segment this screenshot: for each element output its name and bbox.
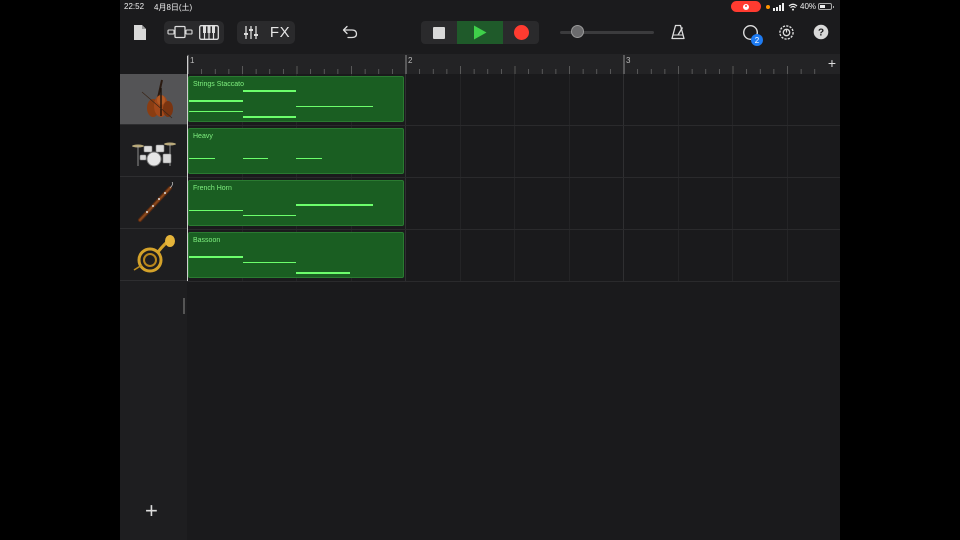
help-icon: ?: [813, 24, 829, 40]
midi-note: [189, 110, 243, 113]
track-view-icon: [167, 25, 193, 39]
track-lane-bassoon[interactable]: Bassoon: [187, 230, 840, 282]
metronome-icon: [671, 24, 685, 40]
help-button[interactable]: ?: [810, 22, 832, 42]
add-track-button[interactable]: +: [145, 498, 158, 524]
region-strings-staccato[interactable]: Strings Staccato: [188, 76, 404, 122]
play-button[interactable]: [460, 22, 500, 43]
ruler-ticks: [187, 55, 816, 74]
wifi-icon: [788, 3, 798, 11]
region-title: Strings Staccato: [193, 81, 244, 88]
midi-note: [242, 90, 296, 92]
track-header-heavy[interactable]: [120, 126, 187, 177]
bar-3-label: 3: [626, 56, 631, 65]
toolbar: FX 2 ?: [120, 14, 840, 54]
midi-note: [242, 157, 269, 160]
settings-icon: [778, 24, 794, 40]
region-title: Bassoon: [193, 237, 221, 244]
region-title: French Horn: [193, 185, 232, 192]
settings-button[interactable]: [775, 22, 797, 42]
midi-note: [189, 157, 215, 160]
region-title: Heavy: [193, 133, 213, 140]
midi-note: [242, 214, 296, 217]
midi-note: [242, 116, 296, 118]
loop-count-badge: 2: [751, 34, 763, 46]
midi-note: [242, 261, 296, 264]
undo-icon: [342, 25, 358, 39]
battery-icon: [818, 3, 834, 10]
region-french-horn[interactable]: French Horn: [188, 180, 404, 226]
bar-2-label: 2: [408, 56, 413, 65]
stop-button[interactable]: [424, 22, 454, 43]
status-time: 22:52: [124, 2, 145, 11]
metronome-button[interactable]: [667, 22, 689, 42]
playhead[interactable]: [187, 56, 188, 281]
document-icon: [134, 24, 146, 40]
tracks-view-button[interactable]: [166, 22, 194, 42]
keyboard-icon: [199, 24, 219, 40]
screen-recording-indicator[interactable]: [731, 1, 761, 12]
midi-note: [189, 256, 243, 258]
mixer-icon: [244, 25, 258, 39]
drum-kit-icon: [132, 142, 176, 167]
status-bar: 22:52 4月8日(土) 40%: [120, 0, 840, 14]
cellular-signal-icon: [773, 3, 786, 11]
keyboard-button[interactable]: [197, 22, 221, 42]
privacy-indicator: [766, 5, 770, 9]
record-icon: [513, 25, 529, 40]
midi-note: [189, 100, 243, 102]
track-lane-heavy[interactable]: Heavy: [187, 126, 840, 178]
track-header-french-horn[interactable]: [120, 178, 187, 229]
status-date: 4月8日(土): [154, 3, 193, 12]
track-header-strings[interactable]: [120, 74, 187, 125]
midi-note: [296, 204, 374, 206]
cello-icon: [141, 79, 173, 119]
french-horn-icon: [133, 235, 175, 273]
region-heavy[interactable]: Heavy: [188, 128, 404, 174]
mixer-button[interactable]: [240, 22, 262, 42]
add-section-button[interactable]: +: [828, 55, 836, 71]
timeline-ruler[interactable]: 1 2 3 +: [187, 54, 840, 75]
svg-text:?: ?: [818, 28, 824, 39]
bar-1-label: 1: [190, 56, 195, 65]
tracks-area[interactable]: Strings Staccato Heavy French Horn Basso…: [187, 56, 840, 540]
fx-button[interactable]: FX: [267, 22, 293, 42]
track-headers: +: [120, 74, 187, 540]
midi-note: [296, 105, 374, 108]
track-lane-strings[interactable]: Strings Staccato: [187, 74, 840, 126]
master-volume-knob[interactable]: [571, 25, 584, 38]
battery-percentage: 40%: [800, 2, 817, 11]
fx-label: FX: [269, 23, 291, 41]
midi-note: [296, 272, 350, 274]
stop-icon: [433, 26, 445, 39]
play-icon: [474, 25, 487, 40]
midi-note: [189, 209, 243, 212]
undo-button[interactable]: [339, 22, 361, 42]
record-button[interactable]: [506, 22, 536, 43]
bassoon-icon: [138, 182, 174, 222]
track-lane-french-horn[interactable]: French Horn: [187, 178, 840, 230]
midi-note: [296, 157, 322, 160]
track-header-bassoon[interactable]: [120, 230, 187, 281]
garageband-screen: 22:52 4月8日(土) 40% FX 2 ? 1 2 3 + + Strin…: [120, 0, 840, 540]
header-resize-handle[interactable]: [183, 298, 185, 314]
my-songs-button[interactable]: [130, 22, 150, 42]
region-bassoon[interactable]: Bassoon: [188, 232, 404, 278]
